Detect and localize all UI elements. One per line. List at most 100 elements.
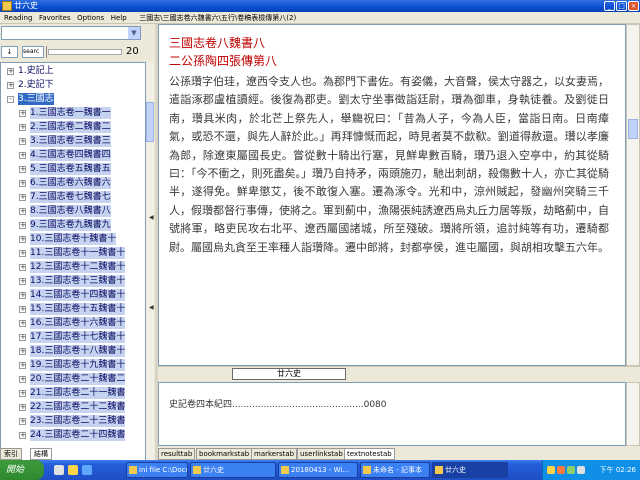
expand-toggle[interactable]: +	[19, 278, 26, 285]
task-word[interactable]: 20180413 - Wi...	[278, 462, 358, 478]
collapse-left-icon[interactable]: ◀	[149, 214, 155, 222]
tray-icon[interactable]	[547, 466, 555, 474]
expand-toggle[interactable]: +	[19, 404, 26, 411]
menu-options[interactable]: Options	[77, 14, 104, 22]
tab-structure[interactable]: 結構	[30, 448, 52, 460]
expand-toggle[interactable]: +	[19, 138, 26, 145]
task-notepad[interactable]: 未命名 - 記事本	[360, 462, 430, 478]
book-combo[interactable]: ▼	[1, 26, 141, 40]
expand-toggle[interactable]: +	[19, 250, 26, 257]
text-view[interactable]: 三國志卷八魏書八 二公孫陶四張傳第八 公孫瓚字伯珪，遼西令支人也。為郡門下書佐。…	[158, 24, 626, 366]
menu-bar: Reading Favorites Options Help 三國志\三國志卷六…	[0, 12, 640, 24]
expand-toggle[interactable]: +	[19, 292, 26, 299]
minimize-button[interactable]: _	[604, 1, 615, 11]
tray-icon[interactable]	[557, 466, 565, 474]
tray-icon[interactable]	[567, 466, 575, 474]
expand-toggle[interactable]: +	[19, 264, 26, 271]
text-scrollbar[interactable]	[626, 24, 640, 366]
tree-item[interactable]: +12.三國志卷十二魏書十	[1, 261, 145, 273]
expand-toggle[interactable]: +	[19, 376, 26, 383]
search-input[interactable]: searc	[22, 46, 44, 58]
task-app-active[interactable]: 廿六史	[432, 462, 508, 478]
tree-item[interactable]: +5.三國志卷五魏書五	[1, 163, 145, 175]
quicklaunch-icon[interactable]	[82, 465, 92, 475]
tree-item[interactable]: +11.三國志卷十一魏書十	[1, 247, 145, 259]
expand-toggle[interactable]: +	[19, 362, 26, 369]
task-app[interactable]: 廿六史	[190, 462, 276, 478]
tree-item[interactable]: +8.三國志卷八魏書八	[1, 205, 145, 217]
tree-item[interactable]: +2.三國志卷二魏書二	[1, 121, 145, 133]
tab-bookmarks[interactable]: bookmarkstab	[196, 448, 253, 460]
tree-item[interactable]: +15.三國志卷十五魏書十	[1, 303, 145, 315]
tree-item[interactable]: +14.三國志卷十四魏書十	[1, 289, 145, 301]
tree-item[interactable]: +9.三國志卷九魏書九	[1, 219, 145, 231]
tree-item[interactable]: +1.史記上	[1, 65, 145, 77]
tree-item-label: 9.三國志卷九魏書九	[30, 219, 111, 231]
expand-toggle[interactable]: +	[19, 320, 26, 327]
tab-userlinks[interactable]: userlinkstab	[297, 448, 346, 460]
task-ini-file[interactable]: ini file C:\Docu...	[126, 462, 188, 478]
menu-reading[interactable]: Reading	[4, 14, 32, 22]
expand-toggle[interactable]: +	[19, 348, 26, 355]
expand-toggle[interactable]: +	[19, 418, 26, 425]
tree-item[interactable]: +23.三國志卷二十三魏書	[1, 415, 145, 427]
tree-item[interactable]: +6.三國志卷六魏書六	[1, 177, 145, 189]
tab-index[interactable]: 索引	[0, 448, 22, 460]
tree-item[interactable]: +3.三國志卷三魏書三	[1, 135, 145, 147]
tree-item[interactable]: +4.三國志卷四魏書四	[1, 149, 145, 161]
start-button[interactable]: 開始	[0, 460, 44, 480]
tree-item[interactable]: +16.三國志卷十六魏書十	[1, 317, 145, 329]
notepad-icon	[363, 466, 371, 474]
tab-textnotes[interactable]: textnotestab	[344, 448, 395, 460]
menu-help[interactable]: Help	[111, 14, 127, 22]
maximize-button[interactable]: □	[616, 1, 627, 11]
close-button[interactable]: ×	[628, 1, 639, 11]
text-scroll-thumb[interactable]	[628, 119, 638, 139]
tree-item[interactable]: +10.三國志卷十魏書十	[1, 233, 145, 245]
expand-toggle[interactable]: +	[19, 194, 26, 201]
expand-toggle[interactable]: +	[19, 110, 26, 117]
book-tree[interactable]: +1.史記上 +2.史記下 -3.三國志 +1.三國志卷一魏書一 +2.三國志卷二魏書二…	[0, 62, 146, 466]
menu-favorites[interactable]: Favorites	[39, 14, 71, 22]
expand-toggle[interactable]: +	[19, 180, 26, 187]
expand-toggle[interactable]: +	[19, 166, 26, 173]
tab-markers[interactable]: markerstab	[251, 448, 298, 460]
expand-toggle[interactable]: +	[7, 82, 14, 89]
expand-toggle[interactable]: -	[7, 96, 14, 103]
tree-item[interactable]: +19.三國志卷十九魏書十	[1, 359, 145, 371]
tree-scroll-thumb[interactable]	[146, 102, 154, 142]
search-direction-button[interactable]: ↓	[1, 46, 18, 58]
expand-toggle[interactable]: +	[19, 152, 26, 159]
tray-icon[interactable]	[577, 466, 585, 474]
expand-toggle[interactable]: +	[19, 236, 26, 243]
expand-toggle[interactable]: +	[19, 208, 26, 215]
tree-item[interactable]: -3.三國志	[1, 93, 145, 105]
result-row[interactable]: 史記卷四本紀四.................................…	[169, 399, 387, 411]
tree-item[interactable]: +2.史記下	[1, 79, 145, 91]
tree-item[interactable]: +1.三國志卷一魏書一	[1, 107, 145, 119]
tree-item[interactable]: +7.三國志卷七魏書七	[1, 191, 145, 203]
tree-item[interactable]: +17.三國志卷十七魏書十	[1, 331, 145, 343]
expand-toggle[interactable]: +	[19, 334, 26, 341]
tree-item[interactable]: +24.三國志卷二十四魏書	[1, 429, 145, 441]
tree-item[interactable]: +22.三國志卷二十二魏書	[1, 401, 145, 413]
tab-result[interactable]: resulttab	[158, 448, 196, 460]
expand-toggle[interactable]: +	[7, 68, 14, 75]
quicklaunch-icon[interactable]	[68, 465, 78, 475]
chevron-down-icon[interactable]: ▼	[128, 27, 140, 39]
tree-item[interactable]: +13.三國志卷十三魏書十	[1, 275, 145, 287]
expand-toggle[interactable]: +	[19, 222, 26, 229]
quicklaunch-icon[interactable]	[54, 465, 64, 475]
expand-toggle[interactable]: +	[19, 124, 26, 131]
collapse-left-icon-2[interactable]: ◀	[149, 304, 155, 312]
expand-toggle[interactable]: +	[19, 432, 26, 439]
tree-scrollbar[interactable]	[146, 62, 154, 466]
search-slider[interactable]	[48, 49, 122, 55]
book-nav-button[interactable]: 廿六史	[232, 368, 346, 380]
tree-item[interactable]: +21.三國志卷二十一魏書	[1, 387, 145, 399]
tree-item[interactable]: +18.三國志卷十八魏書十	[1, 345, 145, 357]
expand-toggle[interactable]: +	[19, 390, 26, 397]
expand-toggle[interactable]: +	[19, 306, 26, 313]
tree-item[interactable]: +20.三國志卷二十魏書二	[1, 373, 145, 385]
results-scrollbar[interactable]	[626, 382, 640, 446]
